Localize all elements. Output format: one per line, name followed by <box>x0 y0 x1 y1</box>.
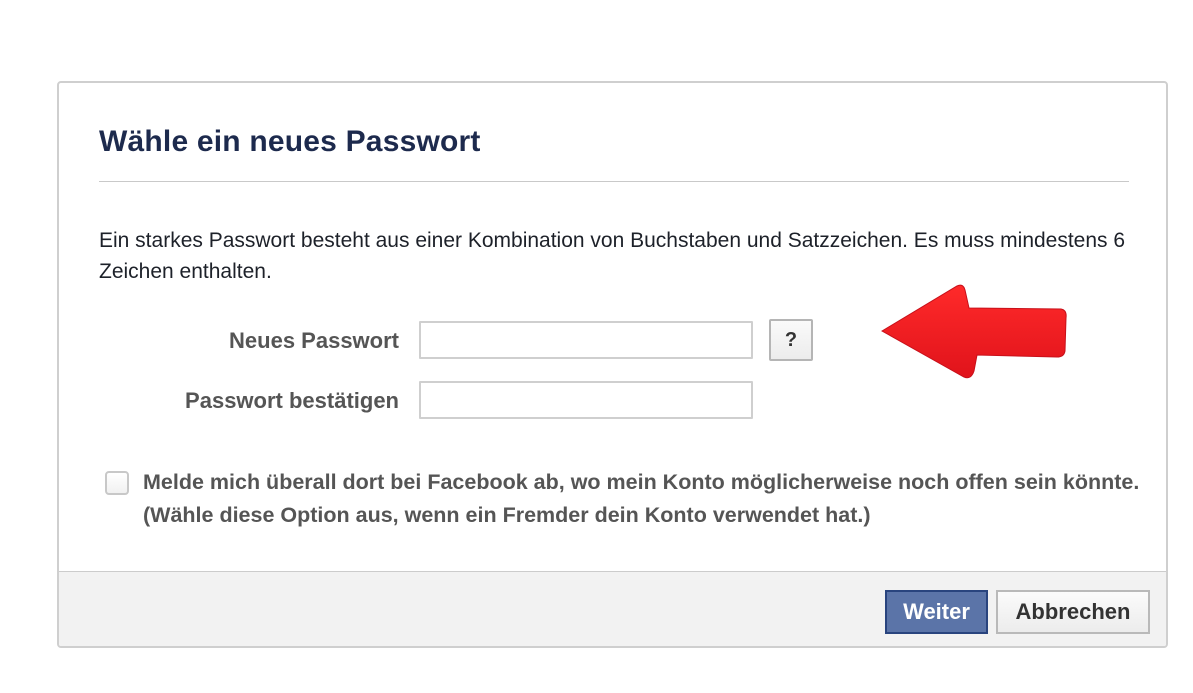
password-reset-dialog: Wähle ein neues Passwort Ein starkes Pas… <box>57 81 1168 648</box>
confirm-password-input[interactable] <box>419 381 753 419</box>
cancel-button[interactable]: Abbrechen <box>996 590 1150 634</box>
password-help-button[interactable]: ? <box>769 319 813 361</box>
password-description: Ein starkes Passwort besteht aus einer K… <box>99 229 1126 283</box>
continue-button[interactable]: Weiter <box>885 590 988 634</box>
new-password-input[interactable] <box>419 321 753 359</box>
dialog-footer: Weiter Abbrechen <box>59 571 1166 646</box>
dialog-title: Wähle ein neues Passwort <box>99 125 481 158</box>
logout-everywhere-label[interactable]: Melde mich überall dort bei Facebook ab,… <box>143 466 1143 532</box>
logout-everywhere-checkbox[interactable] <box>105 471 129 495</box>
confirm-password-label: Passwort bestätigen <box>185 388 399 413</box>
title-divider <box>99 181 1129 182</box>
red-arrow-left-icon <box>881 284 1067 379</box>
new-password-label: Neues Passwort <box>229 328 399 353</box>
